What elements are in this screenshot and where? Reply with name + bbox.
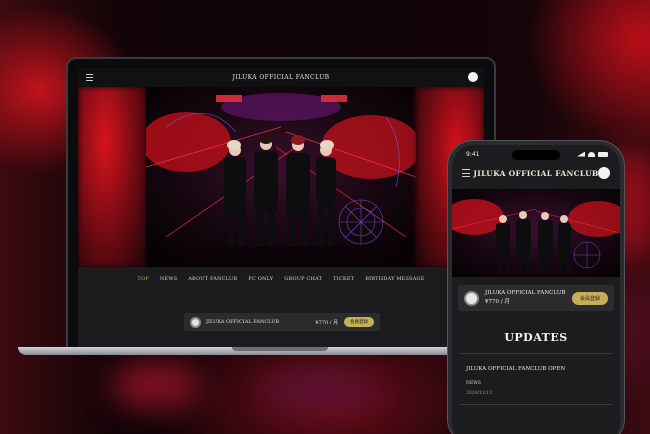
nav-item-birthday-message[interactable]: BIRTHDAY MESSAGE bbox=[365, 276, 424, 282]
phone-website: 9:41 JILUKA OFFICIAL FANCLUB JILUKA OFFI… bbox=[452, 145, 620, 434]
laptop-hinge bbox=[232, 347, 328, 351]
membership-price: ¥770 / 月 bbox=[315, 319, 338, 326]
band-photo bbox=[452, 189, 620, 277]
news-date: 2024/11/13 bbox=[466, 391, 492, 396]
updates-heading: UPDATES bbox=[504, 331, 568, 344]
nav-item-about-fanclub[interactable]: ABOUT FANCLUB bbox=[188, 276, 237, 282]
band-photo bbox=[146, 87, 416, 267]
laptop-website: JILUKA OFFICIAL FANCLUB TOP NEWS ABOUT F… bbox=[78, 68, 484, 350]
hero-banner bbox=[78, 87, 484, 267]
avatar-icon[interactable] bbox=[468, 72, 478, 82]
join-button[interactable]: 会員登録 bbox=[344, 317, 374, 327]
membership-name: JILUKA OFFICIAL FANCLUB bbox=[485, 290, 566, 296]
wifi-icon bbox=[588, 151, 595, 157]
site-header: JILUKA OFFICIAL FANCLUB bbox=[78, 68, 484, 87]
battery-icon bbox=[598, 151, 608, 157]
membership-name: JILUKA OFFICIAL FANCLUB bbox=[206, 319, 280, 325]
news-item[interactable]: JILUKA OFFICIAL FANCLUB OPEN NEWS 2024/1… bbox=[452, 366, 620, 396]
nav-item-ticket[interactable]: TICKET bbox=[333, 276, 354, 282]
news-title[interactable]: JILUKA OFFICIAL FANCLUB OPEN bbox=[466, 366, 620, 372]
laptop-device: JILUKA OFFICIAL FANCLUB TOP NEWS ABOUT F… bbox=[66, 57, 496, 350]
main-nav: TOP NEWS ABOUT FANCLUB FC ONLY GROUP CHA… bbox=[78, 269, 484, 289]
nav-item-news[interactable]: NEWS bbox=[160, 276, 177, 282]
hamburger-menu-icon[interactable] bbox=[462, 169, 470, 180]
nav-item-group-chat[interactable]: GROUP CHAT bbox=[284, 276, 322, 282]
signal-icon bbox=[577, 151, 585, 157]
news-category: NEWS bbox=[466, 381, 481, 386]
avatar-icon[interactable] bbox=[598, 167, 610, 179]
nav-item-fc-only[interactable]: FC ONLY bbox=[248, 276, 273, 282]
fanclub-logo-icon bbox=[464, 290, 479, 306]
membership-bar: JILUKA OFFICIAL FANCLUB ¥770 / 月 会員登録 bbox=[184, 313, 380, 331]
phone-device: 9:41 JILUKA OFFICIAL FANCLUB JILUKA OFFI… bbox=[447, 140, 625, 434]
phone-site-title: JILUKA OFFICIAL FANCLUB bbox=[473, 168, 599, 178]
phone-hero-banner bbox=[452, 189, 620, 277]
site-title: JILUKA OFFICIAL FANCLUB bbox=[232, 74, 330, 81]
nav-item-top[interactable]: TOP bbox=[137, 276, 148, 282]
divider bbox=[460, 353, 612, 354]
status-time: 9:41 bbox=[466, 150, 480, 158]
phone-site-header: JILUKA OFFICIAL FANCLUB bbox=[452, 163, 620, 183]
join-button[interactable]: 会員登録 bbox=[571, 291, 608, 305]
hamburger-menu-icon[interactable] bbox=[86, 74, 93, 83]
membership-price: ¥770 / 月 bbox=[485, 299, 510, 305]
dynamic-island bbox=[512, 150, 560, 160]
fanclub-logo-icon bbox=[190, 316, 201, 328]
membership-card: JILUKA OFFICIAL FANCLUB ¥770 / 月 会員登録 bbox=[458, 285, 614, 311]
divider bbox=[460, 404, 612, 405]
